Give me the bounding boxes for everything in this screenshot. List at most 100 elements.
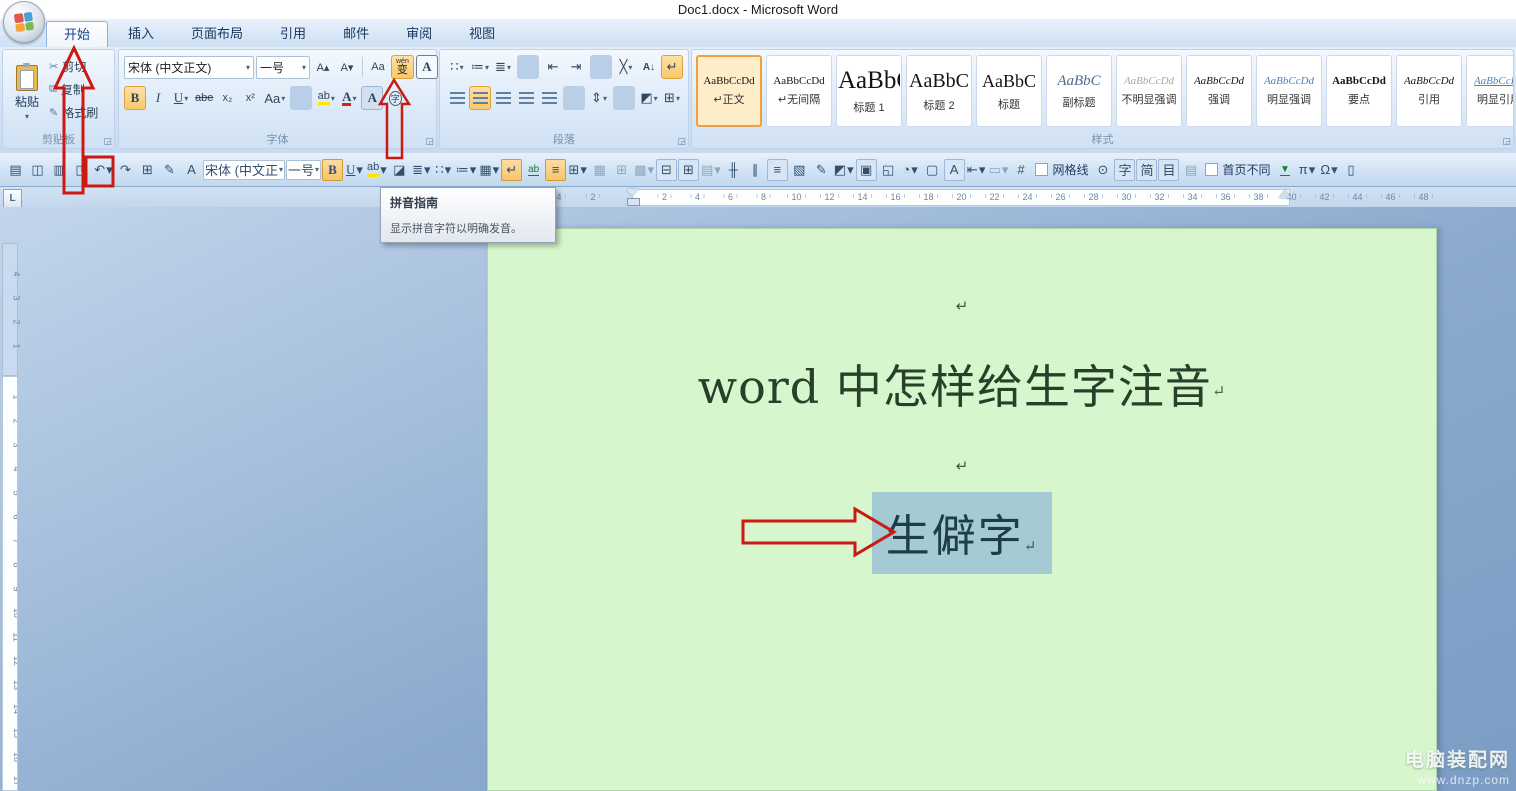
hanging-indent-marker[interactable] xyxy=(627,198,640,206)
undo-button[interactable]: ↶ ▾ xyxy=(93,159,114,181)
gridlines-checkbox[interactable]: 网格线 xyxy=(1032,159,1091,181)
copy-button[interactable]: ⧉ 复制 xyxy=(49,81,98,98)
bold-button[interactable]: B xyxy=(124,86,146,110)
character-border-button[interactable]: A xyxy=(416,55,438,79)
show-marks-button[interactable]: ↵ xyxy=(661,55,683,79)
redo-button[interactable]: ↷ xyxy=(115,159,136,181)
line-spacing-button[interactable]: ⇕▾ xyxy=(588,86,610,110)
split-table-button[interactable]: ▤ ▾ xyxy=(700,159,722,181)
style-intense-quote[interactable]: AaBbCcDd 明显引用 xyxy=(1466,55,1514,127)
split-cells-button[interactable]: ⊞ xyxy=(678,159,699,181)
multilevel-list-button[interactable]: ≣▾ xyxy=(492,55,514,79)
shrink-font-button[interactable]: A▾ xyxy=(336,55,358,79)
font-size-combo[interactable]: 一号 ▾ xyxy=(256,56,310,79)
first-page-different-checkbox[interactable]: 首页不同 xyxy=(1202,159,1273,181)
enclose-characters-button[interactable]: 字 xyxy=(384,86,406,110)
style-heading2[interactable]: AaBbC 标题 2 xyxy=(906,55,972,127)
table-style-button[interactable]: ▧ xyxy=(789,159,810,181)
pinyin-abbr-button[interactable]: ab xyxy=(523,159,544,181)
equation-button[interactable]: π ▾ xyxy=(1296,159,1317,181)
tab-home[interactable]: 开始 xyxy=(46,21,108,47)
insert-row-button[interactable]: ╫ xyxy=(723,159,744,181)
style-strong[interactable]: AaBbCcDd 要点 xyxy=(1326,55,1392,127)
font-size-combo[interactable]: 一号 ▾ xyxy=(286,160,321,180)
font-color-button[interactable]: A▾ xyxy=(338,86,360,110)
text-effects-button[interactable]: ◔ ▾ xyxy=(900,159,921,181)
bullets-button[interactable]: ∷▾ xyxy=(446,55,468,79)
draw-table-button[interactable]: ▦ xyxy=(589,159,610,181)
style-quote[interactable]: AaBbCcDd 引用 xyxy=(1396,55,1462,127)
borders-button[interactable]: ⊞▾ xyxy=(661,86,683,110)
bullets-button[interactable]: ∷ ▾ xyxy=(433,159,454,181)
selected-text[interactable]: 生僻字↵ xyxy=(872,492,1053,574)
tab-page-layout[interactable]: 页面布局 xyxy=(174,21,260,47)
sort-button[interactable]: A↓ xyxy=(638,55,660,79)
tab-insert[interactable]: 插入 xyxy=(111,21,171,47)
tab-references[interactable]: 引用 xyxy=(263,21,323,47)
align-center-button[interactable]: ≡ xyxy=(545,159,566,181)
style-subtle-emphasis[interactable]: AaBbCcDd 不明显强调 xyxy=(1116,55,1182,127)
zoom-tool-button[interactable]: ⊙ xyxy=(1092,159,1113,181)
print-button[interactable]: ▥ xyxy=(49,159,70,181)
style-no-spacing[interactable]: AaBbCcDd ↵无间隔 xyxy=(766,55,832,127)
insert-picture-button[interactable]: ▣ xyxy=(856,159,877,181)
style-heading1[interactable]: AaBbC 标题 1 xyxy=(836,55,902,127)
character-shading-button[interactable]: A xyxy=(361,86,383,110)
dialog-launcher-icon[interactable]: ◲ xyxy=(677,137,686,146)
underline-button[interactable]: U▾ xyxy=(170,86,192,110)
tab-selector-button[interactable]: L xyxy=(3,189,22,208)
phonetic-guide-button[interactable]: wén 变 xyxy=(391,55,414,79)
document-title-line[interactable]: word 中怎样给生字注音↵ xyxy=(488,351,1436,417)
tab-review[interactable]: 审阅 xyxy=(389,21,449,47)
align-left-button[interactable] xyxy=(446,86,468,110)
font-name-combo[interactable]: 宋体 (中文正 ▾ xyxy=(203,160,285,180)
underline-button[interactable]: U ▾ xyxy=(344,159,365,181)
strikethrough-button[interactable]: abe xyxy=(193,86,215,110)
format-painter-button[interactable]: ✎ 格式刷 xyxy=(49,104,98,121)
clear-format-button[interactable]: ◪ xyxy=(389,159,410,181)
simplified-convert-button[interactable]: 简 xyxy=(1136,159,1157,181)
style-title[interactable]: AaBbC 标题 xyxy=(976,55,1042,127)
clear-formatting-button[interactable]: Aa xyxy=(367,55,389,79)
tab-mailings[interactable]: 邮件 xyxy=(326,21,386,47)
superscript-button[interactable]: x² xyxy=(239,86,261,110)
grid-button[interactable]: # xyxy=(1010,159,1031,181)
change-case-button[interactable]: Aa▾ xyxy=(262,86,287,110)
format-painter-button[interactable]: ✎ xyxy=(159,159,180,181)
first-line-indent-marker[interactable] xyxy=(626,189,638,196)
char-style-button[interactable]: A xyxy=(944,159,965,181)
delete-cells-button[interactable]: ▩ ▾ xyxy=(633,159,655,181)
highlight-button[interactable]: ab ▾ xyxy=(366,159,388,181)
style-normal[interactable]: AaBbCcDd ↵正文 xyxy=(696,55,762,127)
decrease-indent-button[interactable]: ⇤ xyxy=(542,55,564,79)
style-subtitle[interactable]: AaBbC 副标题 xyxy=(1046,55,1112,127)
document-page[interactable]: ↵ word 中怎样给生字注音↵ ↵ 生僻字↵ xyxy=(487,228,1437,791)
line-wrap-button[interactable]: ↵ xyxy=(501,159,522,181)
paste-button[interactable]: 粘贴 ▾ xyxy=(8,56,46,130)
subscript-button[interactable]: x₂ xyxy=(216,86,238,110)
group-objects-button[interactable]: ▭ ▾ xyxy=(988,159,1010,181)
insert-cells-button[interactable]: ⊞ xyxy=(611,159,632,181)
justify-button[interactable] xyxy=(515,86,537,110)
selected-text-line[interactable]: 生僻字↵ xyxy=(488,492,1436,574)
align-center-button[interactable] xyxy=(469,86,491,110)
rotate-button[interactable]: ◱ xyxy=(878,159,899,181)
shading-color-button[interactable]: ◩ ▾ xyxy=(833,159,855,181)
dialog-launcher-icon[interactable]: ◲ xyxy=(425,137,434,146)
grow-font-button[interactable]: A▴ xyxy=(312,55,334,79)
symbol-button[interactable]: Ω ▾ xyxy=(1318,159,1339,181)
increase-indent-button[interactable]: ⇥ xyxy=(565,55,587,79)
document-map-button[interactable]: 目 xyxy=(1158,159,1179,181)
numbering-button[interactable]: ≔▾ xyxy=(469,55,491,79)
highlight-color-button[interactable]: ab▾ xyxy=(315,86,337,110)
import-data-button[interactable]: ▼ xyxy=(1274,159,1295,181)
style-emphasis[interactable]: AaBbCcDd 强调 xyxy=(1186,55,1252,127)
draw-border-button[interactable]: ✎ xyxy=(811,159,832,181)
align-objects-button[interactable]: ⇤ ▾ xyxy=(966,159,987,181)
font-dialog-button[interactable]: A xyxy=(181,159,202,181)
shading-button[interactable]: ◩▾ xyxy=(638,86,660,110)
tab-view[interactable]: 视图 xyxy=(452,21,512,47)
vertical-ruler[interactable]: 4321 123456789101112131415161718 xyxy=(2,215,18,791)
asian-layout-button[interactable]: ╳▾ xyxy=(615,55,637,79)
office-button[interactable] xyxy=(3,1,45,43)
